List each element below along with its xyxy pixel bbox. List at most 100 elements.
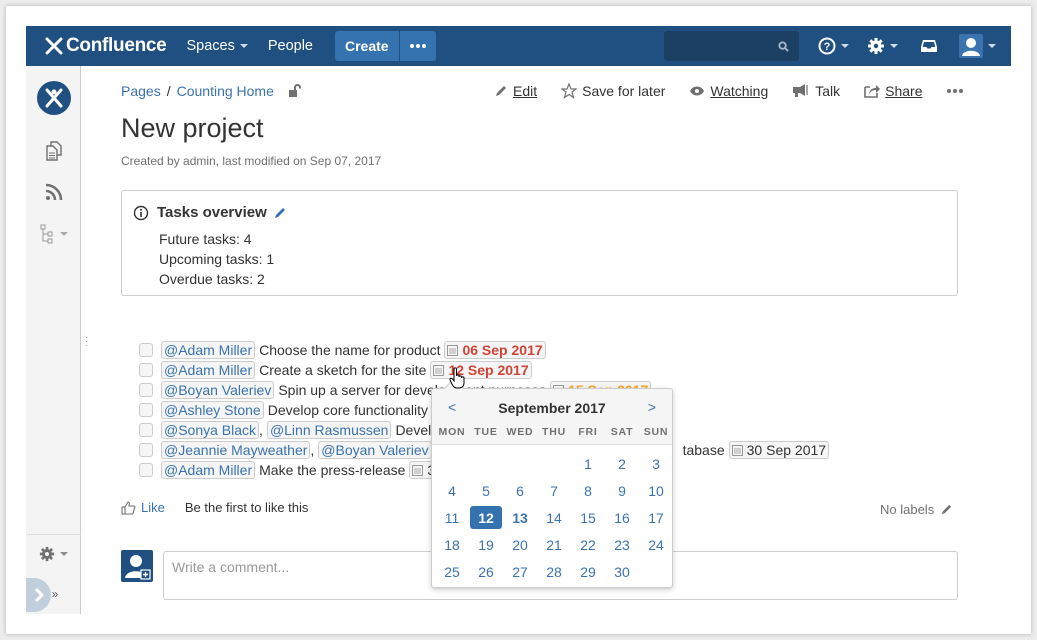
save-for-later-label: Save for later: [582, 83, 666, 99]
user-mention[interactable]: @Adam Miller: [161, 461, 256, 479]
task-checkbox[interactable]: [139, 403, 153, 417]
sidebar-resize-grip[interactable]: · · ·: [85, 333, 88, 351]
calendar-day[interactable]: 1: [571, 450, 605, 477]
calendar-day[interactable]: 25: [435, 558, 469, 585]
page-actions: Edit Save for later Watching Talk Share: [494, 83, 987, 99]
create-button[interactable]: Create: [334, 31, 399, 61]
notifications-button[interactable]: [920, 26, 938, 66]
talk-button[interactable]: Talk: [792, 83, 840, 99]
user-mention[interactable]: @Jeannie Mayweather: [161, 441, 311, 459]
calendar-day[interactable]: 8: [571, 477, 605, 504]
calendar-day[interactable]: 26: [469, 558, 503, 585]
calendar-day[interactable]: 30: [605, 558, 639, 585]
sidebar-item-pages[interactable]: [26, 140, 81, 162]
create-more-button[interactable]: [399, 31, 436, 61]
save-for-later-button[interactable]: Save for later: [561, 83, 665, 99]
calendar-day[interactable]: 7: [537, 477, 571, 504]
weekday-label: SAT: [610, 426, 634, 438]
task-checkbox[interactable]: [139, 383, 153, 397]
sidebar-divider: [26, 534, 81, 535]
task-due-date[interactable]: 30 Sep 2017: [728, 441, 830, 459]
user-mention[interactable]: @Boyan Valeriev: [318, 441, 432, 459]
pencil-icon[interactable]: [273, 206, 287, 220]
task-due-date[interactable]: 06 Sep 2017: [444, 341, 546, 359]
like-button[interactable]: Like: [121, 500, 165, 515]
task-checkbox[interactable]: [139, 463, 153, 477]
breadcrumb-counting-home[interactable]: Counting Home: [177, 83, 274, 99]
user-mention[interactable]: @Linn Rasmussen: [266, 421, 392, 439]
unlock-icon[interactable]: [288, 84, 302, 98]
space-logo[interactable]: [26, 81, 81, 115]
nav-people-label: People: [267, 38, 313, 54]
talk-label: Talk: [815, 83, 841, 99]
calendar-day[interactable]: 28: [537, 558, 571, 585]
task-checkbox[interactable]: [139, 443, 153, 457]
sidebar-item-page-tree[interactable]: [26, 224, 81, 244]
confluence-logo[interactable]: Confluence: [44, 35, 167, 57]
task-text: Make the press-release: [259, 462, 406, 478]
sidebar-item-blog[interactable]: [26, 182, 81, 202]
nav-people[interactable]: People: [268, 38, 313, 54]
calendar-day[interactable]: 5: [469, 477, 503, 504]
calendar-day[interactable]: 29: [571, 558, 605, 585]
breadcrumb-pages[interactable]: Pages: [121, 83, 161, 99]
search-input[interactable]: [664, 31, 799, 61]
user-mention[interactable]: @Sonya Black: [161, 421, 260, 439]
calendar-day[interactable]: 17: [639, 504, 673, 531]
task-item: @Adam Miller Choose the name for product…: [139, 340, 829, 360]
task-checkbox[interactable]: [139, 343, 153, 357]
task-checkbox[interactable]: [139, 423, 153, 437]
help-menu[interactable]: ?: [818, 26, 849, 66]
expand-sidebar-icon[interactable]: »: [40, 586, 70, 602]
nav-spaces[interactable]: Spaces: [186, 38, 248, 54]
calendar-day[interactable]: 23: [605, 531, 639, 558]
pencil-icon: [496, 86, 506, 96]
empty-day-cell: [469, 450, 503, 477]
calendar-day[interactable]: 21: [537, 531, 571, 558]
task-due-date[interactable]: 12 Sep 2017: [430, 361, 532, 379]
calendar-day[interactable]: 3: [639, 450, 673, 477]
selected-day[interactable]: 12: [470, 506, 502, 529]
nav-spaces-label: Spaces: [186, 38, 235, 54]
calendar-day[interactable]: 22: [571, 531, 605, 558]
calendar-day[interactable]: 11: [435, 504, 469, 531]
task-text: Create a sketch for the site: [259, 362, 427, 378]
calendar-day[interactable]: 6: [503, 477, 537, 504]
more-actions-button[interactable]: [946, 89, 963, 93]
calendar-day[interactable]: 9: [605, 477, 639, 504]
calendar-day[interactable]: 15: [571, 504, 605, 531]
mention-separator: ,: [310, 442, 315, 458]
calendar-day[interactable]: 4: [435, 477, 469, 504]
calendar-day[interactable]: 18: [435, 531, 469, 558]
calendar-day[interactable]: 14: [537, 504, 571, 531]
share-button[interactable]: Share: [864, 83, 923, 99]
pencil-icon[interactable]: [940, 503, 953, 516]
task-checkbox[interactable]: [139, 363, 153, 377]
calendar-day[interactable]: 20: [503, 531, 537, 558]
watching-button[interactable]: Watching: [689, 83, 768, 99]
star-icon: [561, 83, 578, 99]
task-due-date-text: 06 Sep 2017: [462, 342, 543, 358]
edit-button[interactable]: Edit: [494, 83, 537, 99]
calendar-day[interactable]: 10: [639, 477, 673, 504]
breadcrumb: Pages / Counting Home: [121, 83, 302, 99]
user-mention[interactable]: @Adam Miller: [161, 361, 256, 379]
settings-menu[interactable]: [867, 26, 898, 66]
help-icon: ?: [818, 37, 836, 55]
weekday-label: MON: [438, 426, 466, 438]
page-byline: Created by admin, last modified on Sep 0…: [121, 154, 382, 168]
space-settings-button[interactable]: [26, 544, 81, 564]
calendar-day[interactable]: 24: [639, 531, 673, 558]
user-menu[interactable]: [959, 26, 996, 66]
user-mention[interactable]: @Ashley Stone: [161, 401, 264, 419]
task-due-date-text: 30 Sep 2017: [746, 442, 827, 458]
next-month-button[interactable]: >: [648, 399, 656, 415]
calendar-day[interactable]: 27: [503, 558, 537, 585]
calendar-day[interactable]: 2: [605, 450, 639, 477]
user-mention[interactable]: @Adam Miller: [161, 341, 256, 359]
calendar-day[interactable]: 19: [469, 531, 503, 558]
calendar-day[interactable]: 16: [605, 504, 639, 531]
weekday-label: FRI: [578, 426, 598, 438]
today-day[interactable]: 13: [503, 504, 537, 531]
user-mention[interactable]: @Boyan Valeriev: [161, 381, 275, 399]
